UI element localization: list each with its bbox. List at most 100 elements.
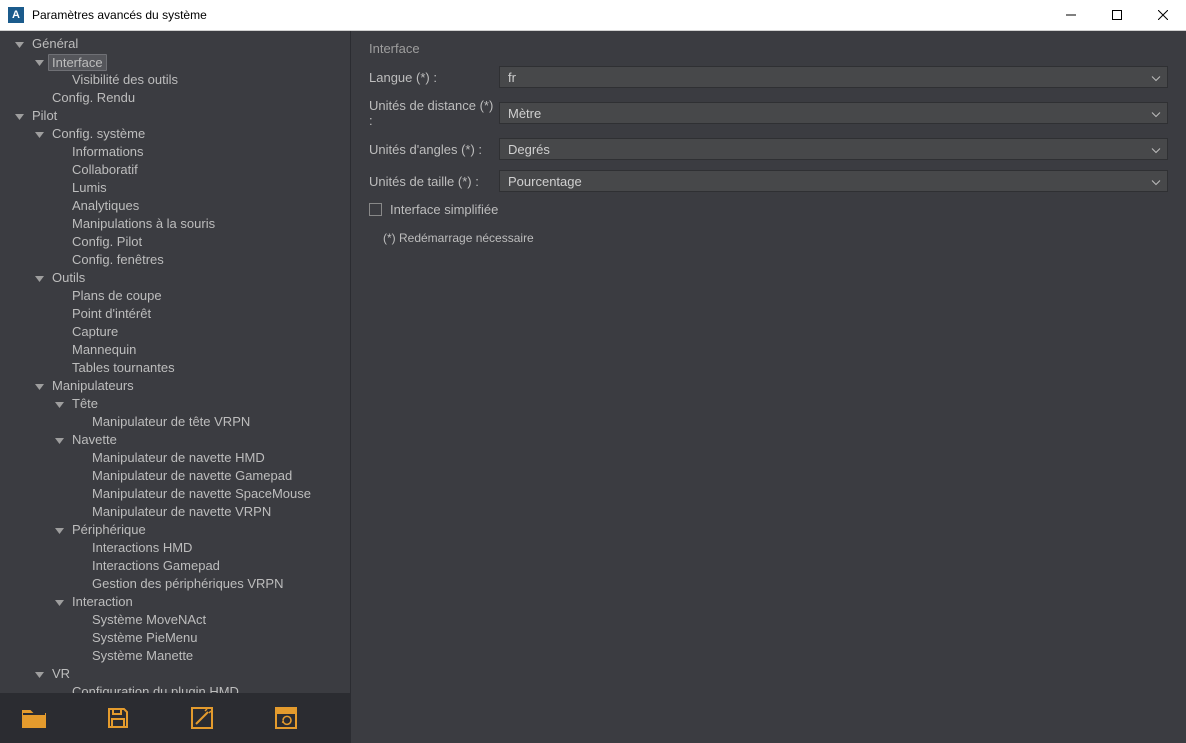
tree-item[interactable]: Pilot (0, 107, 350, 125)
tree-item[interactable]: Tables tournantes (0, 359, 350, 377)
save-button[interactable] (104, 704, 132, 732)
tree-item-label: Tête (68, 395, 102, 413)
close-button[interactable] (1140, 0, 1186, 31)
tree-item[interactable]: Système Manette (0, 647, 350, 665)
tree-item[interactable]: Interactions HMD (0, 539, 350, 557)
open-folder-button[interactable] (20, 704, 48, 732)
tree-item[interactable]: Manipulations à la souris (0, 215, 350, 233)
angles-select[interactable]: Degrés (499, 138, 1168, 160)
tree-item[interactable]: Général (0, 35, 350, 53)
tree-expanded-icon[interactable] (52, 523, 66, 537)
tree-item[interactable]: Config. Rendu (0, 89, 350, 107)
tree-item-label: Périphérique (68, 521, 150, 539)
title-bar: A Paramètres avancés du système (0, 0, 1186, 31)
tree-item[interactable]: Interaction (0, 593, 350, 611)
tree-spacer-icon (52, 199, 66, 213)
maximize-button[interactable] (1094, 0, 1140, 31)
langue-select[interactable]: fr (499, 66, 1168, 88)
tree-item[interactable]: Navette (0, 431, 350, 449)
tree-item[interactable]: Plans de coupe (0, 287, 350, 305)
content-panel: Interface Langue (*) : fr Unités de dist… (350, 31, 1186, 743)
tree-item[interactable]: Configuration du plugin HMD (0, 683, 350, 693)
tree-item[interactable]: Config. système (0, 125, 350, 143)
taille-value: Pourcentage (508, 174, 582, 189)
tree-item-label: Interaction (68, 593, 137, 611)
simplified-checkbox[interactable] (369, 203, 382, 216)
restart-note: (*) Redémarrage nécessaire (383, 231, 1168, 245)
tree-item[interactable]: Interactions Gamepad (0, 557, 350, 575)
tree-item-label: Interface (48, 54, 107, 71)
settings-tree[interactable]: GénéralInterfaceVisibilité des outilsCon… (0, 31, 350, 693)
tree-item[interactable]: Capture (0, 323, 350, 341)
tree-item[interactable]: Gestion des périphériques VRPN (0, 575, 350, 593)
tree-item-label: Interactions HMD (88, 539, 196, 557)
tree-item[interactable]: Point d'intérêt (0, 305, 350, 323)
app-icon: A (8, 7, 24, 23)
tree-expanded-icon[interactable] (32, 379, 46, 393)
chevron-down-icon (1151, 106, 1161, 121)
tree-spacer-icon (52, 343, 66, 357)
distance-select[interactable]: Mètre (499, 102, 1168, 124)
tree-item-label: Plans de coupe (68, 287, 166, 305)
tree-item[interactable]: Manipulateurs (0, 377, 350, 395)
tree-spacer-icon (52, 685, 66, 693)
tree-item[interactable]: Périphérique (0, 521, 350, 539)
tree-item[interactable]: Config. Pilot (0, 233, 350, 251)
tree-item-label: Pilot (28, 107, 61, 125)
tree-item[interactable]: Outils (0, 269, 350, 287)
tree-item-label: Manipulateurs (48, 377, 138, 395)
tree-expanded-icon[interactable] (52, 595, 66, 609)
tree-expanded-icon[interactable] (32, 127, 46, 141)
distance-label: Unités de distance (*) : (369, 98, 499, 128)
tree-expanded-icon[interactable] (32, 55, 46, 69)
tree-spacer-icon (72, 487, 86, 501)
tree-item[interactable]: Manipulateur de navette HMD (0, 449, 350, 467)
tree-item[interactable]: Manipulateur de tête VRPN (0, 413, 350, 431)
tree-expanded-icon[interactable] (12, 109, 26, 123)
tree-spacer-icon (72, 505, 86, 519)
tree-spacer-icon (52, 361, 66, 375)
tree-item[interactable]: Visibilité des outils (0, 71, 350, 89)
section-title: Interface (369, 41, 1168, 56)
tree-spacer-icon (52, 73, 66, 87)
tree-item-label: Lumis (68, 179, 111, 197)
tree-item-label: Outils (48, 269, 89, 287)
tree-item-label: Configuration du plugin HMD (68, 683, 243, 693)
tree-spacer-icon (52, 307, 66, 321)
tree-item[interactable]: Analytiques (0, 197, 350, 215)
tree-spacer-icon (52, 181, 66, 195)
tree-item[interactable]: Manipulateur de navette SpaceMouse (0, 485, 350, 503)
taille-select[interactable]: Pourcentage (499, 170, 1168, 192)
tree-item[interactable]: Interface (0, 53, 350, 71)
tree-item-label: Config. fenêtres (68, 251, 168, 269)
tree-item-label: Analytiques (68, 197, 143, 215)
tree-item[interactable]: Collaboratif (0, 161, 350, 179)
tree-item[interactable]: VR (0, 665, 350, 683)
tree-spacer-icon (52, 325, 66, 339)
tree-item[interactable]: Manipulateur de navette VRPN (0, 503, 350, 521)
tree-item-label: Manipulateur de navette SpaceMouse (88, 485, 315, 503)
tree-item[interactable]: Config. fenêtres (0, 251, 350, 269)
tree-expanded-icon[interactable] (32, 667, 46, 681)
tree-item[interactable]: Lumis (0, 179, 350, 197)
tree-item[interactable]: Tête (0, 395, 350, 413)
tree-item-label: Visibilité des outils (68, 71, 182, 89)
reload-button[interactable] (272, 704, 300, 732)
wand-button[interactable] (188, 704, 216, 732)
tree-item[interactable]: Manipulateur de navette Gamepad (0, 467, 350, 485)
tree-item[interactable]: Informations (0, 143, 350, 161)
tree-item-label: Config. Rendu (48, 89, 139, 107)
tree-item[interactable]: Système MoveNAct (0, 611, 350, 629)
tree-item[interactable]: Mannequin (0, 341, 350, 359)
tree-expanded-icon[interactable] (32, 271, 46, 285)
chevron-down-icon (1151, 174, 1161, 189)
tree-item[interactable]: Système PieMenu (0, 629, 350, 647)
tree-spacer-icon (32, 91, 46, 105)
tree-item-label: Manipulations à la souris (68, 215, 219, 233)
tree-expanded-icon[interactable] (52, 433, 66, 447)
tree-spacer-icon (52, 235, 66, 249)
tree-spacer-icon (72, 577, 86, 591)
tree-expanded-icon[interactable] (12, 37, 26, 51)
tree-expanded-icon[interactable] (52, 397, 66, 411)
minimize-button[interactable] (1048, 0, 1094, 31)
